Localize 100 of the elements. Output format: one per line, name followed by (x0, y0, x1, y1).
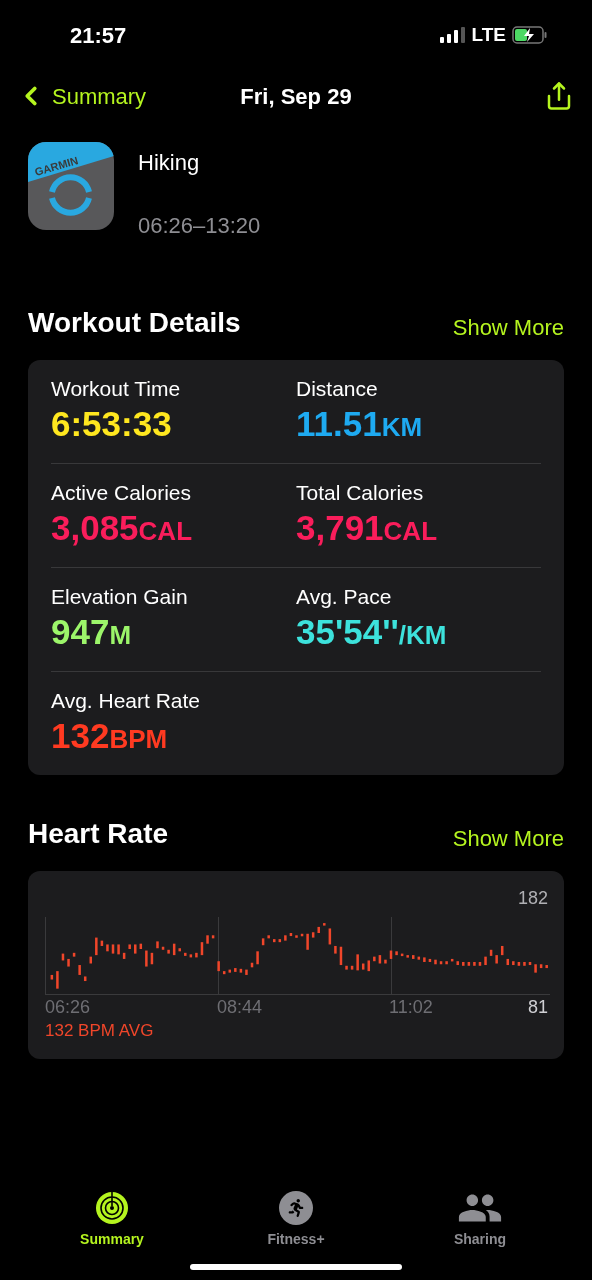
heart-rate-bar (534, 964, 537, 973)
show-more-link[interactable]: Show More (452, 311, 564, 344)
heart-rate-bar (56, 971, 59, 989)
metric-value: 6:53:33 (51, 403, 173, 445)
show-more-link[interactable]: Show More (452, 822, 564, 855)
metric-value: 3,085CAL (51, 507, 194, 549)
heart-rate-bar (234, 968, 237, 972)
heart-rate-bar (323, 923, 326, 926)
time-range: 06:26–13:20 (138, 212, 261, 240)
heart-rate-bar (278, 939, 282, 943)
heart-rate-bar (545, 965, 548, 969)
nav-title: Fri, Sep 29 (240, 82, 352, 111)
metric-label: Active Calories (51, 480, 193, 506)
time-axis-label: 11:02 (389, 996, 433, 1019)
heart-rate-bar (67, 958, 70, 967)
heart-rate-bar (439, 961, 443, 965)
signal-icon (439, 27, 466, 43)
tab[interactable]: Fitness+ (236, 1191, 356, 1250)
heart-rate-bar (484, 956, 487, 966)
heart-rate-bar (489, 949, 493, 956)
heart-rate-bar (473, 962, 476, 966)
metric-value: 11.51KM (296, 403, 424, 445)
heart-rate-bar (406, 955, 409, 958)
heart-rate-bar (239, 968, 243, 973)
heart-rate-bar (356, 954, 359, 971)
heart-rate-bar (361, 963, 365, 970)
battery-charging-icon (512, 26, 548, 44)
heart-rate-bar (217, 961, 220, 972)
heart-rate-bar (100, 940, 104, 946)
heart-rate-bar (184, 952, 187, 956)
heart-rate-bar (389, 950, 393, 959)
heart-rate-bar (450, 958, 454, 962)
workout-name: Hiking (138, 149, 201, 177)
heart-rate-bar (317, 926, 320, 933)
metric-label: Total Calories (296, 480, 425, 506)
heart-rate-bar (311, 932, 315, 938)
heart-rate-bar (111, 944, 115, 954)
heart-rate-bar (445, 961, 448, 965)
heart-rate-bar (350, 965, 354, 970)
average-heart-rate: 132 BPM AVG (45, 1020, 155, 1042)
heart-rate-bar (256, 951, 259, 965)
heart-rate-bar (134, 944, 137, 954)
heart-rate-bar (83, 976, 87, 982)
heart-rate-bar (128, 944, 131, 949)
heart-rate-bar (228, 969, 231, 973)
heart-rate-bar (145, 950, 148, 967)
heart-rate-bar (78, 965, 81, 975)
heart-rate-bar (456, 961, 459, 966)
heart-rate-bar (334, 945, 337, 954)
metric-label: Avg. Pace (296, 584, 393, 610)
heart-rate-bar (412, 955, 415, 959)
heart-rate-bar (50, 974, 54, 980)
heart-rate-bar (306, 933, 309, 950)
heart-rate-bar (428, 958, 432, 962)
heart-rate-bar (434, 959, 437, 965)
heart-rate-bar (417, 956, 421, 960)
heart-rate-bar (517, 962, 521, 966)
heart-rate-bar (167, 949, 170, 954)
heart-rate-bar (122, 952, 126, 959)
heart-rate-bar (117, 944, 120, 955)
heart-rate-bar (400, 953, 404, 957)
heart-rate-bar (528, 962, 532, 966)
heart-rate-bar (284, 935, 287, 941)
heart-rate-bar (250, 962, 254, 968)
heart-rate-bar (150, 952, 154, 965)
heart-rate-bar (200, 942, 204, 956)
metric-value: 3,791CAL (296, 507, 439, 549)
runner-icon (279, 1191, 313, 1225)
heart-rate-bar (506, 958, 509, 966)
heart-rate-bar (512, 961, 515, 966)
section-title: Heart Rate (28, 817, 169, 851)
heart-rate-bar (373, 956, 376, 962)
heart-rate-bar (195, 952, 198, 958)
heart-rate-bar (384, 959, 387, 964)
axis-min-label: 81 (527, 996, 548, 1019)
time-axis-label: 06:26 (45, 996, 92, 1019)
heart-rate-bar (423, 957, 426, 962)
tab[interactable]: Sharing (420, 1191, 540, 1250)
heart-rate-bar (378, 955, 382, 964)
clock: 21:57 (70, 21, 127, 50)
heart-rate-bar (289, 933, 293, 937)
back-button[interactable]: Summary (16, 79, 147, 113)
metric-label: Workout Time (51, 376, 182, 402)
heart-rate-bar (89, 956, 92, 964)
metric-value: 35'54''/KM (296, 611, 448, 653)
heart-rate-bar (539, 964, 543, 969)
tab[interactable]: Summary (52, 1191, 172, 1250)
heart-rate-bar (267, 935, 270, 939)
heart-rate-bar (345, 965, 348, 970)
heart-rate-bar (367, 960, 370, 972)
metric-label: Elevation Gain (51, 584, 189, 610)
rings-icon (95, 1191, 129, 1225)
heart-rate-bar (222, 971, 226, 975)
heart-rate-bar (395, 951, 398, 956)
heart-rate-bar (95, 937, 98, 956)
heart-rate-bar (156, 941, 159, 949)
heart-rate-bar (172, 943, 176, 956)
heart-rate-bar (339, 946, 343, 966)
heart-rate-bar (161, 946, 165, 950)
heart-rate-bar (500, 945, 504, 956)
